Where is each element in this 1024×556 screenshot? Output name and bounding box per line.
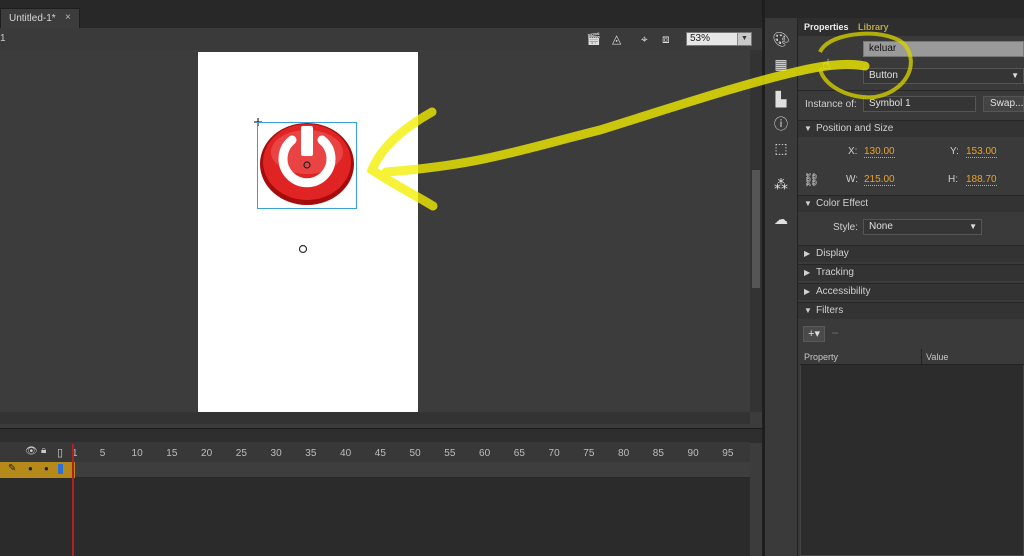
annotation-overlay <box>366 31 913 211</box>
annotation-arrow <box>366 59 870 211</box>
